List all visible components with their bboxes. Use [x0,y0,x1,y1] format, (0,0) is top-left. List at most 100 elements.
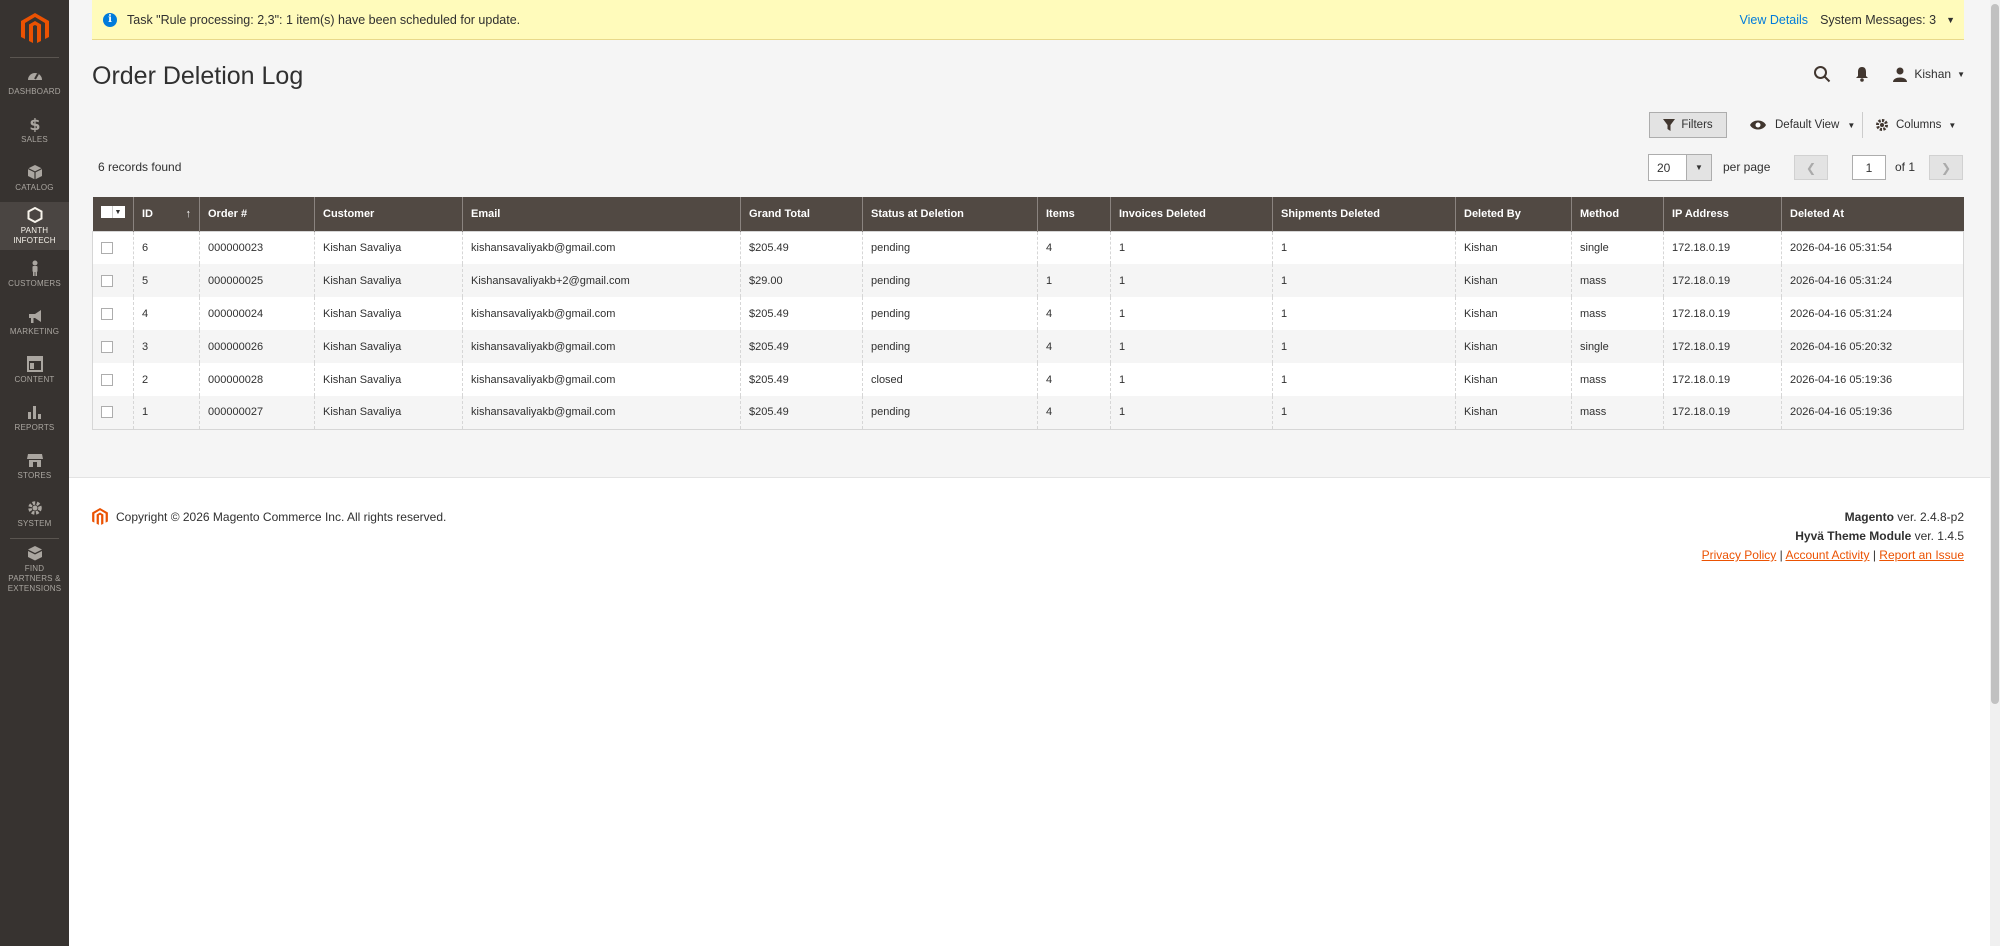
row-select-cell [92,363,134,396]
dollar-icon: $ [29,116,40,132]
main-content: i Task "Rule processing: 2,3": 1 item(s)… [69,0,2000,946]
row-checkbox[interactable] [101,406,113,419]
columns-dropdown[interactable]: Columns ▼ [1875,112,1956,138]
table-cell: 2026-04-16 05:31:24 [1781,297,1964,330]
hexagon-icon [27,206,42,223]
sidebar-item-label: Catalog [15,182,54,192]
column-header-items[interactable]: Items [1037,197,1111,231]
table-cell: 1 [1110,231,1273,264]
page-number-input[interactable]: 1 [1852,155,1886,180]
column-header-label: ID [142,207,153,220]
per-page-select[interactable]: 20 [1648,154,1687,181]
sidebar-item-panth-infotech[interactable]: Panth Infotech [0,202,69,250]
table-cell: kishansavaliyakb@gmail.com [462,396,741,429]
sidebar-item-label: Content [14,374,55,384]
report-issue-link[interactable]: Report an Issue [1879,548,1964,562]
sidebar-item-dashboard[interactable]: Dashboard [0,58,69,106]
table-cell: 5 [133,264,200,297]
sidebar-item-customers[interactable]: Customers [0,250,69,298]
per-page-toggle[interactable]: ▼ [1687,154,1712,181]
table-cell: Kishan [1455,231,1572,264]
table-cell: 000000025 [199,264,315,297]
filters-button[interactable]: Filters [1649,112,1727,138]
row-select-cell [92,396,134,429]
sidebar-item-label: Find Partners & Extensions [7,563,62,593]
table-row[interactable]: 5 000000025 Kishan Savaliya Kishansavaliyak… [92,264,1964,297]
sidebar-item-label: Marketing [9,326,60,336]
next-page-button[interactable]: ❯ [1929,155,1963,180]
table-cell: 2 [133,363,200,396]
search-icon[interactable] [1802,60,1842,88]
view-details-link[interactable]: View Details [1740,13,1809,27]
column-header-shipments-deleted[interactable]: Shipments Deleted [1272,197,1456,231]
info-icon: i [103,12,117,27]
table-cell: Kishan [1455,297,1572,330]
table-cell: Kishan Savaliya [314,297,463,330]
table-cell: 1 [1272,363,1456,396]
previous-page-button[interactable]: ❮ [1794,155,1828,180]
row-checkbox[interactable] [101,373,113,386]
sidebar-item-content[interactable]: Content [0,346,69,394]
magento-logo[interactable] [10,0,59,58]
privacy-policy-link[interactable]: Privacy Policy [1702,548,1777,562]
table-cell: Kishan [1455,330,1572,363]
column-header-id[interactable]: ID ↑ [133,197,200,231]
page-scrollbar[interactable] [1990,0,2000,946]
account-activity-link[interactable]: Account Activity [1785,548,1869,562]
scrollbar-thumb[interactable] [1991,4,1999,704]
table-row[interactable]: 3 000000026 Kishan Savaliya kishansavaliyak… [92,330,1964,363]
table-row[interactable]: 6 000000023 Kishan Savaliya kishansavaliyak… [92,231,1964,264]
column-header-email[interactable]: Email [462,197,741,231]
sidebar-item-reports[interactable]: Reports [0,394,69,442]
magento-logo-icon [20,12,49,43]
column-header-label: Email [471,207,501,220]
table-cell: 4 [1037,297,1111,330]
sidebar-item-stores[interactable]: Stores [0,442,69,490]
table-cell: 1 [133,396,200,429]
sidebar-item-label: System [17,518,52,528]
column-header-method[interactable]: Method [1571,197,1664,231]
table-cell: 1 [1110,363,1273,396]
sidebar-item-system[interactable]: System [0,490,69,538]
user-icon [1893,67,1908,82]
user-menu[interactable]: Kishan ▼ [1892,66,1965,82]
table-cell: 4 [133,297,200,330]
row-checkbox[interactable] [101,307,113,320]
sidebar-item-find-partners-extensions[interactable]: Find Partners & Extensions [0,539,69,599]
sidebar-item-sales[interactable]: $ Sales [0,106,69,154]
page-title: Order Deletion Log [92,62,304,90]
column-header-ip-address[interactable]: IP Address [1663,197,1782,231]
column-header-deleted-at[interactable]: Deleted At [1781,197,1964,231]
column-header-customer[interactable]: Customer [314,197,463,231]
column-header-deleted-by[interactable]: Deleted By [1455,197,1572,231]
system-message-text: Task "Rule processing: 2,3": 1 item(s) h… [127,12,521,27]
row-checkbox[interactable] [101,241,113,254]
box-icon [27,164,42,179]
system-message-bar: i Task "Rule processing: 2,3": 1 item(s)… [92,0,1964,40]
table-row[interactable]: 1 000000027 Kishan Savaliya kishansavaliyak… [92,396,1964,429]
table-row[interactable]: 2 000000028 Kishan Savaliya kishansavaliyak… [92,363,1964,396]
sidebar-item-catalog[interactable]: Catalog [0,154,69,202]
row-checkbox[interactable] [101,340,113,353]
table-row[interactable]: 4 000000024 Kishan Savaliya kishansavaliyak… [92,297,1964,330]
table-cell: 000000028 [199,363,315,396]
row-checkbox[interactable] [101,274,113,287]
table-cell: mass [1571,396,1664,429]
table-cell: Kishan Savaliya [314,330,463,363]
table-cell: pending [862,396,1038,429]
table-cell: Kishan Savaliya [314,264,463,297]
column-header-status-at-deletion[interactable]: Status at Deletion [862,197,1038,231]
table-cell: 1 [1272,297,1456,330]
column-header-invoices-deleted[interactable]: Invoices Deleted [1110,197,1273,231]
column-header-grand-total[interactable]: Grand Total [740,197,863,231]
footer-separator: | [1869,548,1880,562]
mass-select-header[interactable]: ▼ [92,197,134,231]
bell-icon[interactable] [1842,60,1882,88]
system-messages-toggle[interactable]: System Messages: 3 [1820,13,1936,27]
default-view-dropdown[interactable]: Default View ▼ [1749,112,1855,138]
column-header-order[interactable]: Order # [199,197,315,231]
chevron-down-icon: ▼ [1695,163,1703,172]
mass-select-checkbox[interactable]: ▼ [100,206,125,219]
chevron-down-icon[interactable]: ▼ [1946,15,1955,25]
sidebar-item-marketing[interactable]: Marketing [0,298,69,346]
